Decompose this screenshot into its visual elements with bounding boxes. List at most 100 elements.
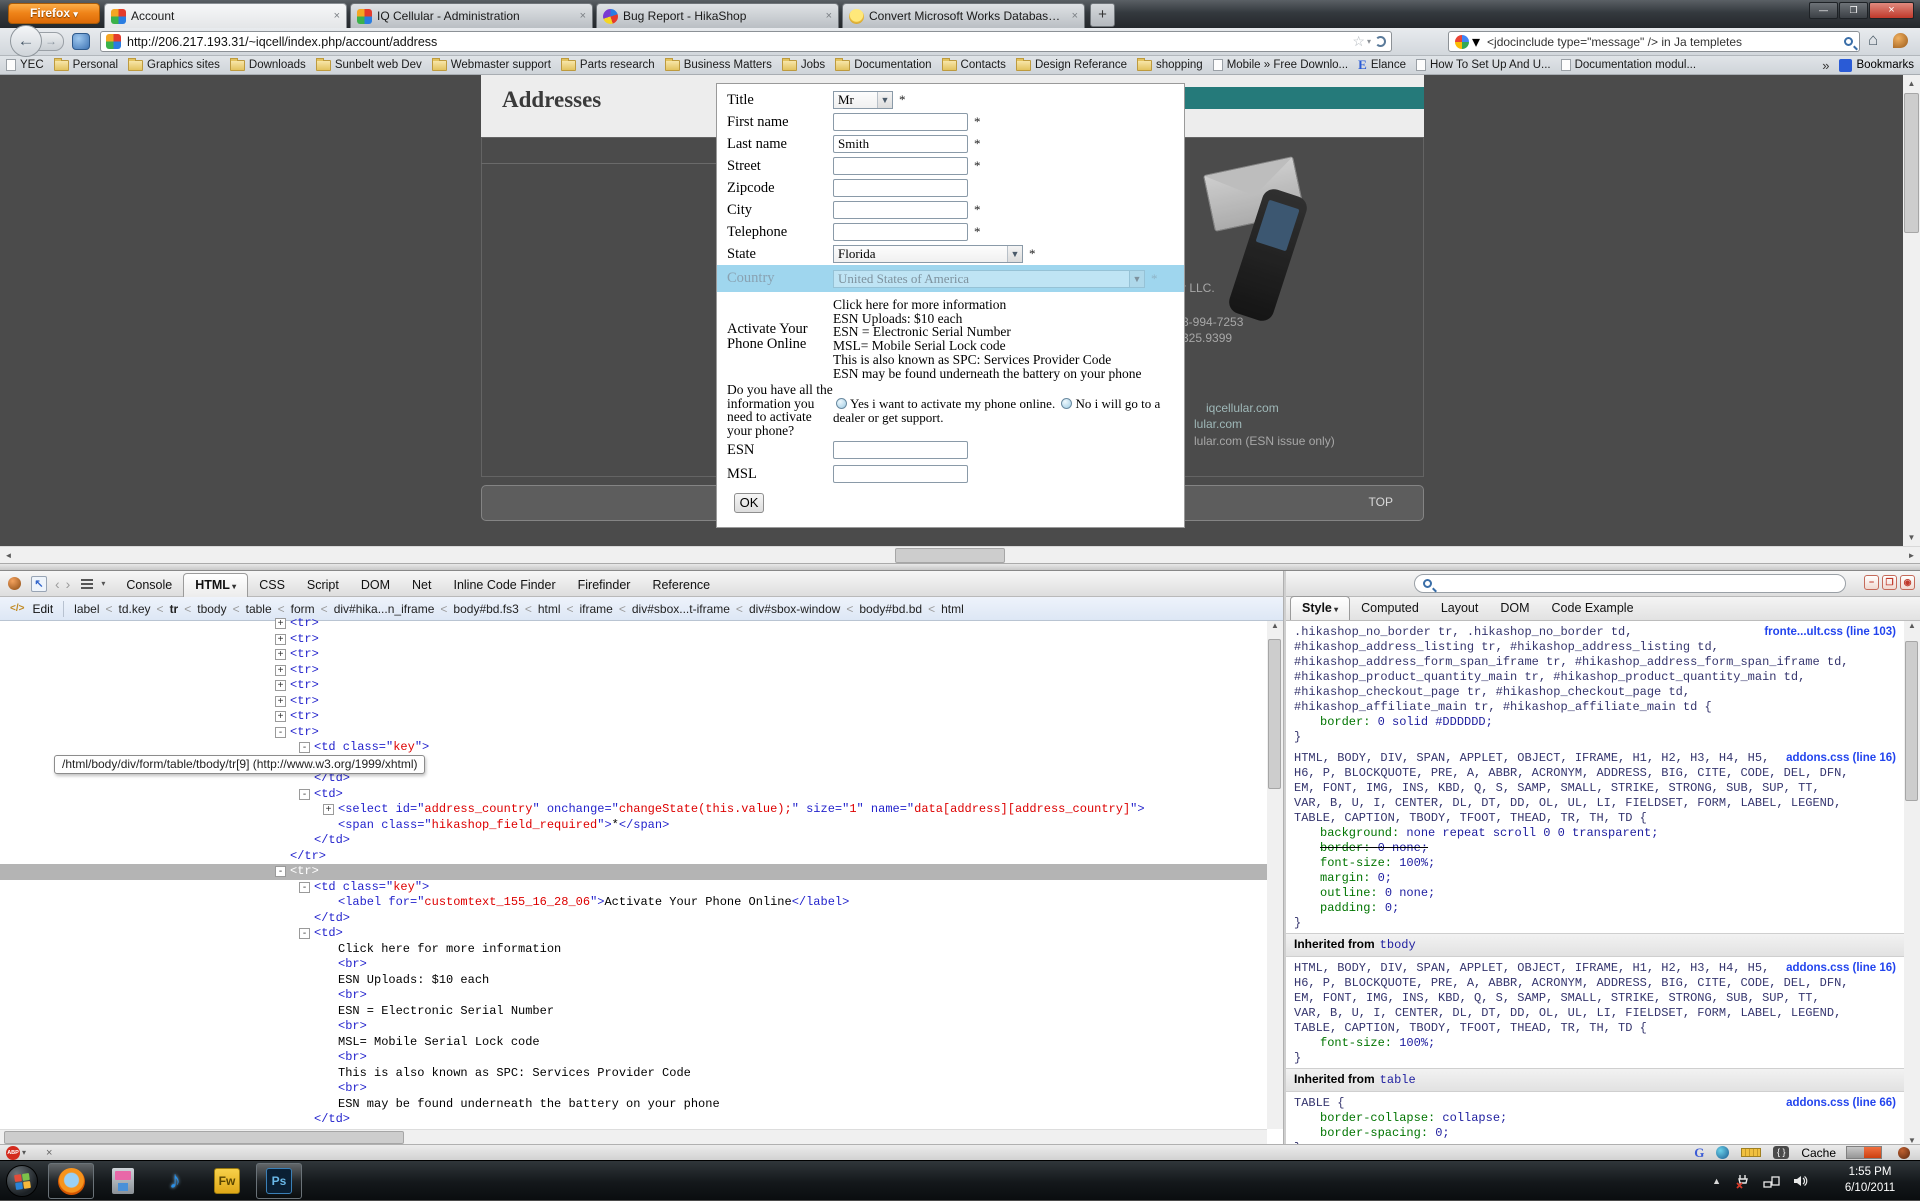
tree-node[interactable]: -<td> bbox=[0, 787, 1267, 803]
tree-node[interactable]: MSL= Mobile Serial Lock code bbox=[0, 1035, 1267, 1051]
tree-node[interactable]: +<tr> bbox=[0, 632, 1267, 648]
breadcrumb-item[interactable]: tbody bbox=[197, 602, 226, 616]
collapse-icon[interactable]: - bbox=[299, 789, 310, 800]
tree-node[interactable]: -<td class="key"> bbox=[0, 880, 1267, 896]
firebug-tab-css[interactable]: CSS bbox=[248, 574, 296, 597]
bookmark-item[interactable]: Mobile » Free Downlo... bbox=[1213, 59, 1348, 71]
tree-node[interactable]: -<tr> bbox=[0, 725, 1267, 741]
taskbar-music-button[interactable]: ♪ bbox=[152, 1163, 198, 1199]
browser-tab[interactable]: Convert Microsoft Works Database (....× bbox=[842, 3, 1085, 28]
search-query[interactable]: <jdocinclude type="message" /> in Ja tem… bbox=[1487, 35, 1844, 49]
adblock-plus-icon[interactable]: ABP bbox=[6, 1146, 20, 1160]
expand-icon[interactable]: + bbox=[275, 665, 286, 676]
tree-node[interactable]: -<td class="key"> bbox=[0, 740, 1267, 756]
expand-icon[interactable]: + bbox=[275, 696, 286, 707]
history-back-icon[interactable]: ‹ bbox=[55, 576, 60, 592]
tree-node[interactable]: </td> bbox=[0, 1112, 1267, 1124]
tree-node[interactable]: +<tr> bbox=[0, 647, 1267, 663]
network-icon[interactable] bbox=[1763, 1173, 1780, 1189]
breadcrumb-item[interactable]: div#sbox-window bbox=[749, 602, 840, 616]
tab-groups-icon[interactable] bbox=[72, 33, 90, 50]
tree-node[interactable]: </tr> bbox=[0, 849, 1267, 865]
firebug-search-box[interactable] bbox=[1414, 574, 1846, 593]
email-link[interactable]: iqcellular.com bbox=[1206, 401, 1279, 415]
url-text[interactable]: http://206.217.193.31/~iqcell/index.php/… bbox=[127, 35, 1352, 49]
css-selector[interactable]: HTML, BODY, DIV, SPAN, APPLET, OBJECT, I… bbox=[1294, 961, 1854, 1036]
firebug-tab-net[interactable]: Net bbox=[401, 574, 442, 597]
tree-node[interactable]: -<tr> bbox=[0, 864, 1267, 880]
firebug-tab-inline-code-finder[interactable]: Inline Code Finder bbox=[442, 574, 566, 597]
expand-icon[interactable]: + bbox=[275, 711, 286, 722]
firefox-menu-button[interactable]: Firefox ▾ bbox=[8, 3, 100, 24]
inspect-element-icon[interactable]: ↖ bbox=[31, 576, 47, 592]
tree-node[interactable]: ESN Uploads: $10 each bbox=[0, 973, 1267, 989]
tree-node[interactable]: This is also known as SPC: Services Prov… bbox=[0, 1066, 1267, 1082]
firebug-tab-script[interactable]: Script bbox=[296, 574, 350, 597]
tree-node[interactable]: <label for="customtext_155_16_28_06">Act… bbox=[0, 895, 1267, 911]
url-bar[interactable]: http://206.217.193.31/~iqcell/index.php/… bbox=[100, 31, 1392, 52]
firebug-statusbar-icon[interactable] bbox=[1898, 1147, 1910, 1159]
tree-node[interactable]: +<tr> bbox=[0, 678, 1267, 694]
power-plug-icon[interactable] bbox=[1735, 1173, 1751, 1189]
tab-close-icon[interactable]: × bbox=[1072, 10, 1078, 22]
firebug-tab-html[interactable]: HTML ▾ bbox=[183, 573, 248, 597]
email-link[interactable]: lular.com bbox=[1194, 417, 1242, 431]
bookmark-item[interactable]: Parts research bbox=[561, 59, 655, 71]
tab-close-icon[interactable]: × bbox=[334, 10, 340, 22]
tree-node[interactable]: Click here for more information bbox=[0, 942, 1267, 958]
style-vertical-scrollbar[interactable]: ▲ ▼ bbox=[1904, 621, 1920, 1145]
bookmark-item[interactable]: Webmaster support bbox=[432, 59, 551, 71]
css-property[interactable]: font-size: 100%; bbox=[1294, 1036, 1896, 1051]
taskbar-firefox-button[interactable] bbox=[48, 1163, 94, 1199]
google-icon[interactable] bbox=[1455, 35, 1469, 49]
top-link[interactable]: TOP bbox=[1369, 495, 1393, 509]
tree-node[interactable]: <br> bbox=[0, 957, 1267, 973]
google-toolbar-icon[interactable]: G bbox=[1694, 1145, 1704, 1161]
scroll-down-icon[interactable]: ▼ bbox=[1903, 529, 1920, 546]
street-input[interactable] bbox=[833, 157, 968, 175]
speaker-icon[interactable] bbox=[1792, 1173, 1808, 1189]
home-button[interactable]: ⌂ bbox=[1868, 30, 1878, 50]
colorzilla-icon[interactable] bbox=[1716, 1146, 1729, 1159]
css-property[interactable]: outline: 0 none; bbox=[1294, 886, 1896, 901]
bookmark-item[interactable]: How To Set Up And U... bbox=[1416, 59, 1551, 71]
scrollbar-thumb[interactable] bbox=[4, 1131, 404, 1144]
tree-node[interactable]: <br> bbox=[0, 1081, 1267, 1097]
firebug-icon[interactable] bbox=[8, 577, 21, 590]
bookmark-item[interactable]: Documentation bbox=[835, 59, 931, 71]
tree-vertical-scrollbar[interactable]: ▲ bbox=[1267, 621, 1283, 1129]
first-name-input[interactable] bbox=[833, 113, 968, 131]
bookmark-star-icon[interactable]: ☆ bbox=[1352, 33, 1365, 50]
chevron-down-icon[interactable]: ▾ bbox=[1367, 37, 1371, 46]
title-select[interactable]: Mr▼ bbox=[833, 91, 893, 109]
inherited-element-name[interactable]: table bbox=[1380, 1073, 1416, 1087]
firebug-tab-reference[interactable]: Reference bbox=[641, 574, 721, 597]
css-property[interactable]: border-collapse: collapse; bbox=[1294, 1111, 1896, 1126]
firebug-minimize-icon[interactable]: − bbox=[1864, 575, 1879, 590]
country-select[interactable]: United States of America▼ bbox=[833, 270, 1145, 288]
side-tab-computed[interactable]: Computed bbox=[1350, 597, 1430, 620]
breadcrumb-item[interactable]: td.key bbox=[119, 602, 151, 616]
css-selector[interactable]: TABLE { bbox=[1294, 1096, 1854, 1111]
bookmark-item[interactable]: Design Referance bbox=[1016, 59, 1127, 71]
firebug-tab-dom[interactable]: DOM bbox=[350, 574, 401, 597]
side-tab-dom[interactable]: DOM bbox=[1489, 597, 1540, 620]
breadcrumb-item[interactable]: div#hika...n_iframe bbox=[334, 602, 435, 616]
bookmark-item[interactable]: Downloads bbox=[230, 59, 306, 71]
expand-icon[interactable]: + bbox=[275, 680, 286, 691]
bookmark-item[interactable]: Graphics sites bbox=[128, 59, 220, 71]
css-selector[interactable]: HTML, BODY, DIV, SPAN, APPLET, OBJECT, I… bbox=[1294, 751, 1854, 826]
breadcrumb-item[interactable]: table bbox=[246, 602, 272, 616]
scrollbar-thumb[interactable] bbox=[1268, 639, 1281, 789]
tab-close-icon[interactable]: × bbox=[826, 10, 832, 22]
search-box[interactable]: ▾ <jdocinclude type="message" /> in Ja t… bbox=[1448, 31, 1860, 52]
tree-node[interactable]: ESN = Electronic Serial Number bbox=[0, 1004, 1267, 1020]
firebug-splitter[interactable] bbox=[0, 563, 1920, 570]
scroll-up-icon[interactable]: ▲ bbox=[1267, 621, 1283, 630]
css-property[interactable]: margin: 0; bbox=[1294, 871, 1896, 886]
firebug-popout-icon[interactable]: ❐ bbox=[1882, 575, 1897, 590]
css-property[interactable]: font-size: 100%; bbox=[1294, 856, 1896, 871]
start-button[interactable] bbox=[6, 1165, 38, 1197]
chevron-down-icon[interactable]: ▾ bbox=[101, 579, 105, 588]
inherited-element-name[interactable]: tbody bbox=[1380, 938, 1416, 952]
